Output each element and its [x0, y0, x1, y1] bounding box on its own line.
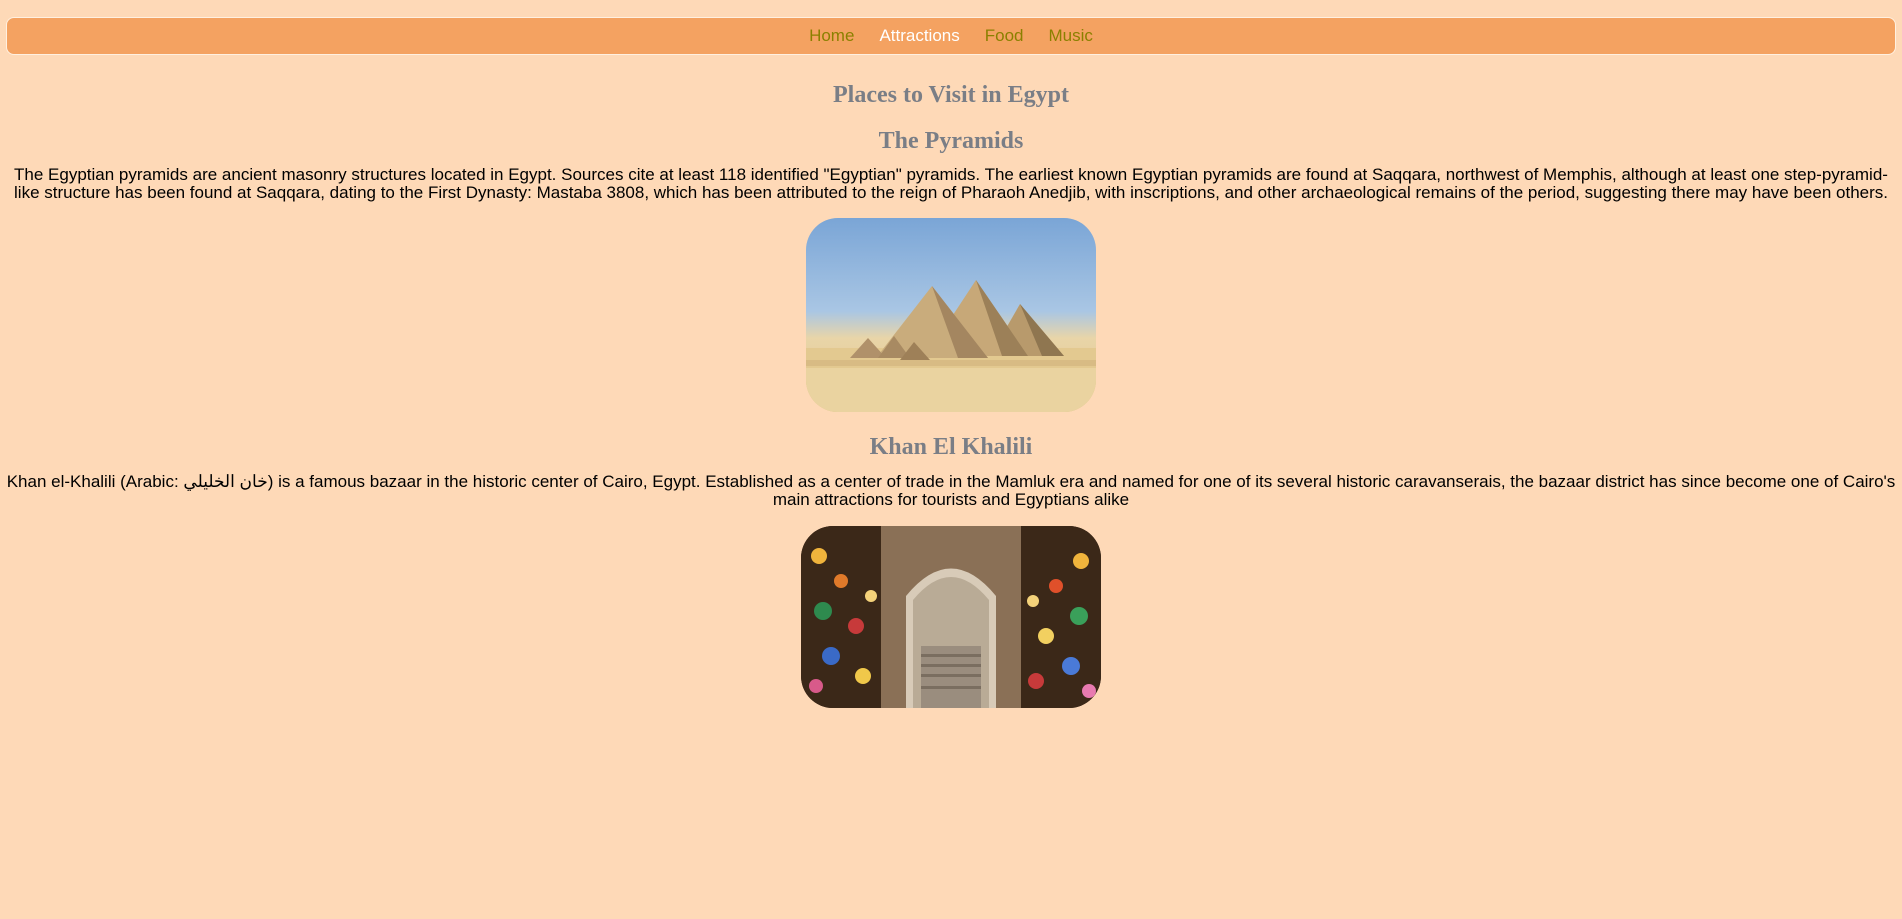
section-title: The Pyramids — [878, 128, 1024, 154]
section-pyramids: The Pyramids The Egyptian pyramids are a… — [0, 124, 1902, 412]
khan-el-khalili-image — [801, 526, 1101, 708]
main-content: Places to Visit in Egypt The Pyramids Th… — [0, 74, 1902, 708]
section-text: Khan el-Khalili (Arabic: خان الخليلي) is… — [6, 472, 1896, 509]
pyramids-image — [806, 218, 1096, 412]
nav-link-food[interactable]: Food — [985, 26, 1024, 46]
section-khan-el-khalili: Khan El Khalili Khan el-Khalili (Arabic:… — [0, 430, 1902, 708]
nav-link-home[interactable]: Home — [809, 26, 854, 46]
section-text: The Egyptian pyramids are ancient masonr… — [14, 165, 1888, 202]
top-navbar: Home Attractions Food Music — [6, 17, 1896, 55]
page-title: Places to Visit in Egypt — [832, 82, 1069, 108]
section-title: Khan El Khalili — [869, 434, 1033, 460]
nav-link-music[interactable]: Music — [1049, 26, 1093, 46]
nav-link-attractions[interactable]: Attractions — [879, 26, 959, 46]
